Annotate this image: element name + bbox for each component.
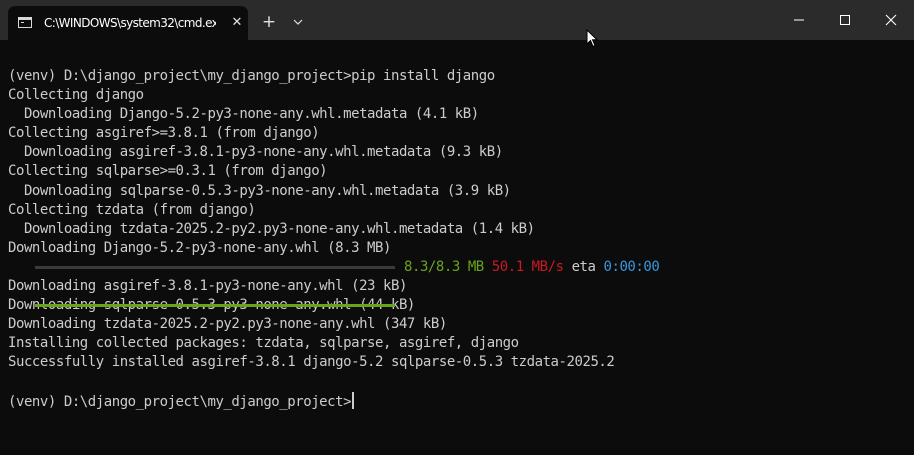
console-icon [18,17,32,28]
output-line: Downloading Django-5.2-py3-none-any.whl.… [8,106,479,123]
minimize-button[interactable] [776,0,822,40]
tab-close-button[interactable]: ✕ [229,15,245,31]
close-window-button[interactable] [868,0,914,40]
output-line: Collecting sqlparse>=0.3.1 (from django) [8,163,328,180]
progress-bar [35,265,395,308]
output-line: Successfully installed asgiref-3.8.1 dja… [8,354,615,371]
progress-size: 8.3/8.3 MB [404,258,484,275]
title-bar[interactable]: C:\WINDOWS\system32\cmd.exe ✕ + [0,0,914,40]
command-prompt: (venv) D:\django_project\my_django_proje… [8,393,352,410]
terminal-window: C:\WINDOWS\system32\cmd.exe ✕ + (venv) D… [0,0,914,455]
progress-fill [35,304,395,308]
output-line: (venv) D:\django_project\my_django_proje… [8,68,495,84]
output-line: Downloading asgiref-3.8.1-py3-none-any.w… [8,144,503,161]
chevron-down-icon[interactable] [290,13,306,31]
output-line: Downloading sqlparse-0.5.3-py3-none-any.… [8,182,511,199]
new-tab-button[interactable]: + [260,13,278,31]
terminal-output[interactable]: (venv) D:\django_project\my_django_proje… [8,67,908,411]
progress-text: 8.3/8.3 MB 50.1 MB/s eta 0:00:00 [404,258,660,277]
output-line: Collecting tzdata (from django) [8,201,256,218]
maximize-button[interactable] [822,0,868,40]
text-caret [352,391,355,409]
progress-eta-label: eta [571,258,596,275]
output-lines-before: (venv) D:\django_project\my_django_proje… [8,67,908,258]
tab-title: C:\WINDOWS\system32\cmd.exe [44,16,216,30]
command-prompt-line[interactable]: (venv) D:\django_project\my_django_proje… [8,391,908,411]
mouse-pointer-icon [586,28,599,48]
output-line: Downloading Django-5.2-py3-none-any.whl … [8,239,391,256]
output-line: Downloading tzdata-2025.2-py2.py3-none-a… [8,220,535,237]
progress-eta: 0:00:00 [603,258,660,275]
maximize-icon [840,15,850,25]
download-progress: 8.3/8.3 MB 50.1 MB/s eta 0:00:00 [8,258,908,308]
output-line: Collecting asgiref>=3.8.1 (from django) [8,125,320,142]
output-line: Collecting django [8,87,144,104]
minimize-icon [794,19,804,21]
close-icon [885,14,897,26]
progress-speed: 50.1 MB/s [491,258,564,275]
tab-cmd[interactable]: C:\WINDOWS\system32\cmd.exe ✕ [8,6,248,40]
